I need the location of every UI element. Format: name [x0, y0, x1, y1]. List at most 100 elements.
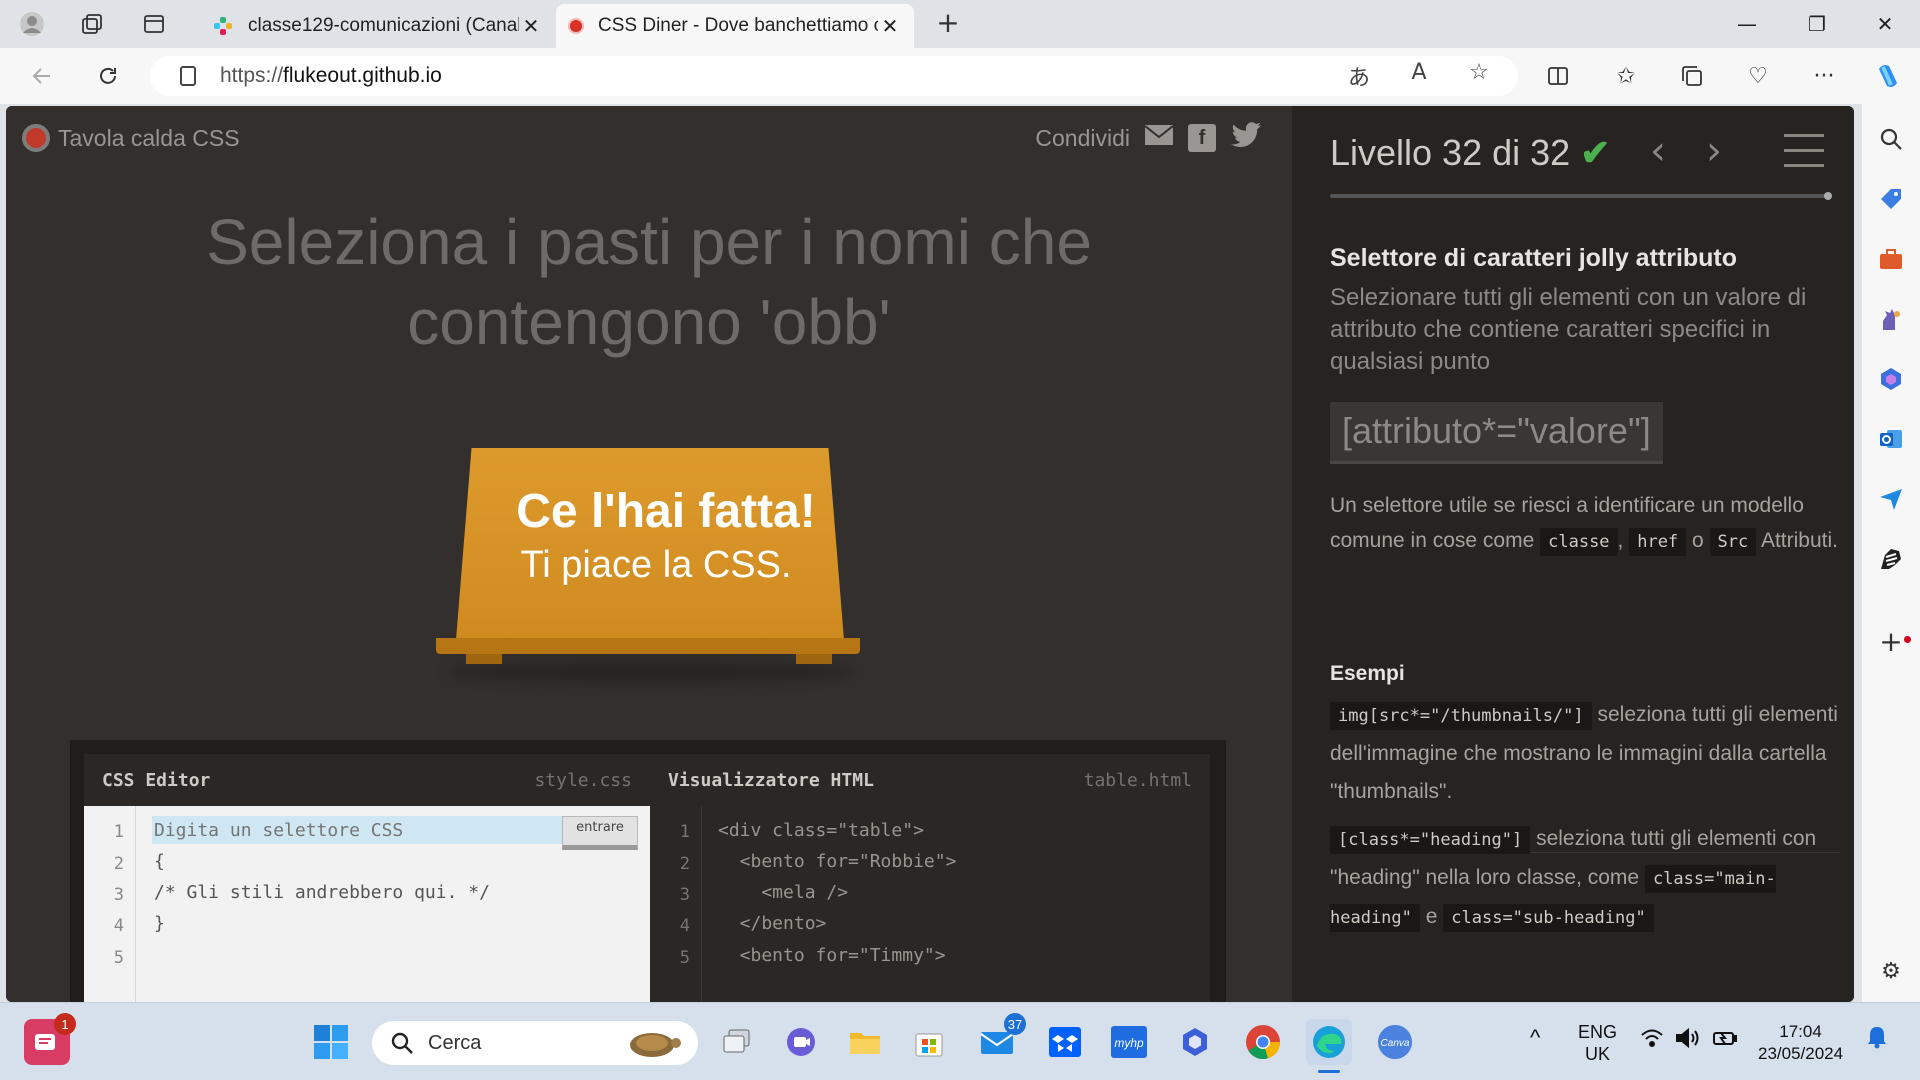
edge-icon[interactable] — [1306, 1019, 1352, 1073]
css-file-name: style.css — [534, 769, 632, 791]
notifications-bell-icon[interactable] — [1866, 1025, 1888, 1054]
html-line[interactable]: <div class="table"> — [718, 820, 924, 841]
copilot-icon[interactable] — [1868, 58, 1908, 94]
enter-button[interactable]: entrare — [562, 816, 638, 850]
html-line[interactable]: <mela /> — [718, 882, 848, 903]
workspaces-icon[interactable] — [72, 8, 112, 40]
tab-css-diner[interactable]: CSS Diner - Dove banchettiamo con ✕ — [556, 4, 914, 48]
translate-icon[interactable]: あ — [1343, 60, 1375, 92]
favorites-icon[interactable]: ✩ — [1606, 58, 1646, 94]
more-options-icon[interactable]: ··· — [1804, 58, 1844, 94]
line-number: 3 — [679, 885, 690, 905]
add-sidebar-app-icon[interactable]: + — [1876, 625, 1906, 658]
minimize-button[interactable]: — — [1712, 0, 1782, 48]
favorite-star-icon[interactable]: ☆ — [1463, 60, 1495, 85]
line-gutter: 1 2 3 4 5 — [650, 806, 702, 1002]
microsoft-store-icon[interactable] — [906, 1019, 952, 1065]
slack-icon — [212, 15, 234, 37]
outlook-icon[interactable] — [1876, 424, 1906, 454]
edge-sidebar: + ⚙ — [1862, 104, 1920, 1002]
vertical-tabs-icon[interactable] — [134, 8, 174, 40]
search-icon[interactable] — [1876, 124, 1906, 154]
logo-icon — [22, 124, 50, 152]
search-placeholder: Cerca — [428, 1031, 482, 1054]
settings-gear-icon[interactable]: ⚙ — [1876, 956, 1906, 986]
share-label: Condividi — [1035, 124, 1130, 151]
clock[interactable]: 17:04 23/05/2024 — [1758, 1021, 1843, 1065]
refresh-icon[interactable] — [88, 58, 128, 94]
taskbar-search[interactable]: Cerca — [372, 1021, 698, 1065]
back-icon[interactable] — [22, 58, 62, 94]
teams-chat-icon[interactable] — [778, 1019, 824, 1065]
css-editor-pane: 1 2 3 4 5 entrare { /* Gli stili andrebb… — [84, 806, 650, 1002]
chrome-icon[interactable] — [1240, 1019, 1286, 1065]
notification-app-icon[interactable]: 1 — [24, 1013, 76, 1065]
collections-icon[interactable] — [1672, 58, 1712, 94]
address-bar[interactable]: https://flukeout.github.io — [150, 56, 1518, 96]
battery-icon[interactable] — [1712, 1027, 1738, 1054]
html-line[interactable]: <bento for="Robbie"> — [718, 851, 957, 872]
profile-icon[interactable] — [12, 8, 52, 40]
file-explorer-icon[interactable] — [842, 1019, 888, 1065]
line-number: 1 — [113, 822, 124, 842]
previous-level-icon[interactable]: ‹ — [1650, 128, 1666, 174]
site-brand[interactable]: Tavola calda CSS — [22, 124, 240, 152]
shopping-tag-icon[interactable] — [1876, 184, 1906, 214]
mail-icon[interactable]: 37 — [974, 1013, 1026, 1065]
close-tab-icon[interactable]: ✕ — [878, 14, 902, 38]
dropbox-icon[interactable] — [1042, 1019, 1088, 1065]
close-tab-icon[interactable]: ✕ — [519, 14, 543, 38]
html-line[interactable]: </bento> — [718, 913, 827, 934]
browser-tab-bar: classe129-comunicazioni (Canale ✕ CSS Di… — [0, 0, 1920, 48]
notification-dot — [1904, 636, 1911, 643]
windows-start-icon[interactable] — [308, 1019, 354, 1065]
twitter-icon[interactable] — [1230, 122, 1262, 154]
tab-slack[interactable]: classe129-comunicazioni (Canale ✕ — [200, 4, 555, 48]
example-1: img[src*="/thumbnails/"] seleziona tutti… — [1330, 702, 1838, 803]
time: 17:04 — [1779, 1022, 1822, 1041]
code-line: } — [154, 913, 165, 934]
level-instruction: Seleziona i pasti per i nomi che conteng… — [206, 206, 1092, 358]
new-tab-button[interactable]: + — [928, 8, 968, 40]
volume-icon[interactable] — [1674, 1027, 1700, 1054]
level-menu-icon[interactable] — [1784, 134, 1824, 168]
microsoft-365-icon[interactable] — [1876, 364, 1906, 394]
html-viewer-header: Visualizzatore HTML table.html — [650, 754, 1210, 806]
line-number: 2 — [113, 854, 124, 874]
myhp-icon[interactable]: myhp — [1106, 1019, 1152, 1065]
url-text: https://flukeout.github.io — [220, 64, 442, 87]
html-viewer-title: Visualizzatore HTML — [668, 769, 874, 791]
facebook-icon[interactable]: f — [1188, 124, 1216, 152]
close-window-button[interactable]: ✕ — [1850, 0, 1920, 48]
tools-icon[interactable] — [1876, 244, 1906, 274]
canva-icon[interactable]: Canva — [1372, 1019, 1418, 1065]
line-number: 5 — [679, 948, 690, 968]
level-text: Livello 32 di 32 — [1330, 132, 1571, 173]
level-progress-bar — [1330, 192, 1832, 200]
task-view-icon[interactable] — [714, 1019, 760, 1065]
show-hidden-icons[interactable]: ^ — [1530, 1027, 1540, 1049]
games-icon[interactable] — [1876, 304, 1906, 334]
next-level-icon[interactable]: › — [1706, 128, 1722, 174]
tab-title: classe129-comunicazioni (Canale — [248, 15, 519, 36]
split-screen-icon[interactable] — [1538, 58, 1578, 94]
code-line: { — [154, 851, 165, 872]
read-aloud-icon[interactable]: A — [1403, 60, 1435, 85]
game-area: Tavola calda CSS Condividi f Seleziona i… — [6, 106, 1292, 1002]
html-file-name: table.html — [1083, 769, 1192, 791]
search-icon — [391, 1032, 413, 1054]
mail-badge: 37 — [1004, 1013, 1026, 1035]
line-number: 4 — [679, 916, 690, 936]
wifi-icon[interactable] — [1640, 1027, 1664, 1054]
language-indicator[interactable]: ENG UK — [1578, 1021, 1617, 1065]
browser-essentials-icon[interactable]: ♡ — [1738, 58, 1778, 94]
restore-button[interactable]: ❐ — [1782, 0, 1852, 48]
email-icon[interactable] — [1144, 123, 1174, 153]
send-icon[interactable] — [1876, 484, 1906, 514]
selector-title: Selettore di caratteri jolly attributo — [1330, 244, 1738, 272]
code-snippet: img[src*="/thumbnails/"] — [1330, 702, 1592, 730]
level-sidebar: Livello 32 di 32 ✔ ‹ › Selettore di cara… — [1292, 106, 1854, 1002]
html-line[interactable]: <bento for="Timmy"> — [718, 945, 946, 966]
copilot-taskbar-icon[interactable] — [1172, 1019, 1218, 1065]
zebra-icon[interactable] — [1876, 544, 1906, 574]
